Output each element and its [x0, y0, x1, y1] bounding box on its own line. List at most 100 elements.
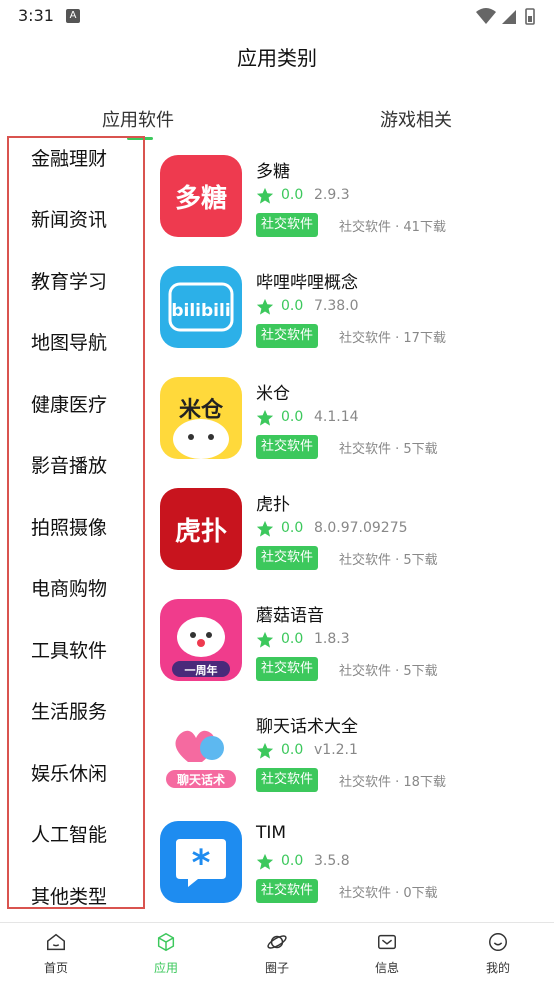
- category-tag: 社交软件: [256, 213, 319, 237]
- app-icon-micang: 米仓: [160, 377, 242, 459]
- star-icon: [256, 187, 274, 204]
- category-item[interactable]: 拍照摄像: [31, 513, 107, 540]
- category-item[interactable]: 教育学习: [31, 267, 107, 294]
- app-name: TIM: [256, 823, 287, 843]
- app-item[interactable]: * TIM 0.0 3.5.8 社交软件 社交软件 · 0下载: [160, 821, 554, 921]
- app-icon-hupu: 虎扑: [160, 488, 242, 570]
- bottom-nav: 首页 应用 圈子 信息 我的: [0, 922, 554, 984]
- star-icon: [256, 631, 274, 648]
- app-version: 3.5.8: [314, 853, 350, 869]
- app-icon-duotang: 多糖: [160, 155, 242, 237]
- nav-messages[interactable]: 信息: [347, 931, 427, 976]
- category-item[interactable]: 其他类型: [31, 882, 107, 909]
- page-title: 应用类别: [237, 46, 317, 70]
- star-icon: [256, 298, 274, 315]
- mail-icon: [378, 934, 396, 950]
- home-icon: [47, 933, 65, 951]
- app-name: 聊天话术大全: [256, 717, 358, 737]
- svg-text:bilibili: bilibili: [171, 301, 230, 321]
- app-rating: 0.0: [281, 409, 304, 425]
- app-rating: 0.0: [281, 742, 304, 758]
- app-icon-tim: *: [160, 821, 242, 903]
- svg-text:虎扑: 虎扑: [175, 517, 227, 547]
- app-rating: 0.0: [281, 520, 304, 536]
- category-item[interactable]: 影音播放: [31, 451, 107, 478]
- nav-label: 首页: [43, 961, 68, 975]
- app-version: 1.8.3: [314, 631, 350, 647]
- category-tag: 社交软件: [256, 546, 319, 570]
- category-tag: 社交软件: [256, 435, 319, 459]
- app-name: 虎扑: [256, 495, 290, 515]
- category-item[interactable]: 人工智能: [31, 820, 107, 847]
- category-sidebar: 金融理财 新闻资讯 教育学习 地图导航 健康医疗 影音播放 拍照摄像 电商购物 …: [7, 136, 145, 909]
- app-rating: 0.0: [281, 853, 304, 869]
- app-rating: 0.0: [281, 187, 304, 203]
- star-icon: [256, 742, 274, 759]
- star-icon: [256, 520, 274, 537]
- planet-icon: [267, 935, 287, 949]
- notification-icon: A: [66, 9, 80, 23]
- category-item[interactable]: 金融理财: [31, 144, 107, 171]
- nav-label: 我的: [485, 961, 510, 975]
- category-item[interactable]: 电商购物: [31, 574, 107, 601]
- category-tag: 社交软件: [256, 879, 319, 903]
- nav-label: 信息: [374, 961, 399, 975]
- status-time: 3:31: [18, 6, 54, 25]
- app-version: 7.38.0: [314, 298, 359, 314]
- category-tag: 社交软件: [256, 657, 319, 681]
- nav-apps[interactable]: 应用: [126, 931, 206, 976]
- svg-text:聊天话术: 聊天话术: [177, 772, 225, 787]
- app-name: 多糖: [256, 162, 290, 182]
- wifi-icon: [476, 8, 496, 24]
- app-rating: 0.0: [281, 298, 304, 314]
- category-item[interactable]: 健康医疗: [31, 390, 107, 417]
- app-meta: 社交软件 · 0下载: [339, 886, 438, 901]
- app-item[interactable]: bilibili 哔哩哔哩概念 0.0 7.38.0 社交软件 社交软件 · 1…: [160, 266, 554, 366]
- cube-icon: [157, 932, 175, 952]
- nav-label: 应用: [153, 961, 178, 975]
- svg-text:米仓: 米仓: [179, 397, 224, 423]
- tab-games[interactable]: 游戏相关: [380, 106, 452, 132]
- category-tag: 社交软件: [256, 768, 319, 792]
- app-meta: 社交软件 · 41下载: [339, 220, 446, 235]
- app-version: v1.2.1: [314, 742, 358, 758]
- category-item[interactable]: 工具软件: [31, 636, 107, 663]
- nav-circle[interactable]: 圈子: [237, 931, 317, 976]
- app-item[interactable]: 聊天话术 聊天话术大全 0.0 v1.2.1 社交软件 社交软件 · 18下载: [160, 710, 554, 810]
- app-meta: 社交软件 · 5下载: [339, 442, 438, 457]
- star-icon: [256, 409, 274, 426]
- app-name: 哔哩哔哩概念: [256, 273, 358, 293]
- app-meta: 社交软件 · 5下载: [339, 664, 438, 679]
- category-item[interactable]: 新闻资讯: [31, 205, 107, 232]
- tab-apps[interactable]: 应用软件: [102, 106, 174, 132]
- nav-profile[interactable]: 我的: [458, 931, 538, 976]
- app-item[interactable]: 虎扑 虎扑 0.0 8.0.97.09275 社交软件 社交软件 · 5下载: [160, 488, 554, 588]
- nav-home[interactable]: 首页: [16, 931, 96, 976]
- app-meta: 社交软件 · 18下载: [339, 775, 446, 790]
- status-bar: 3:31 A: [0, 0, 554, 32]
- svg-text:一周年: 一周年: [185, 663, 218, 677]
- app-version: 2.9.3: [314, 187, 350, 203]
- profile-icon: [489, 933, 507, 951]
- app-item[interactable]: 一周年 蘑菇语音 0.0 1.8.3 社交软件 社交软件 · 5下载: [160, 599, 554, 699]
- category-item[interactable]: 生活服务: [31, 697, 107, 724]
- app-version: 4.1.14: [314, 409, 359, 425]
- app-name: 米仓: [256, 384, 290, 404]
- app-rating: 0.0: [281, 631, 304, 647]
- app-icon-liaotian: 聊天话术: [160, 710, 242, 792]
- category-item[interactable]: 地图导航: [31, 328, 107, 355]
- category-item[interactable]: 娱乐休闲: [31, 759, 107, 786]
- app-icon-bilibili: bilibili: [160, 266, 242, 348]
- app-meta: 社交软件 · 17下载: [339, 331, 446, 346]
- app-meta: 社交软件 · 5下载: [339, 553, 438, 568]
- star-icon: [256, 853, 274, 870]
- app-item[interactable]: 米仓 米仓 0.0 4.1.14 社交软件 社交软件 · 5下载: [160, 377, 554, 477]
- app-item[interactable]: 多糖 多糖 0.0 2.9.3 社交软件 社交软件 · 41下载: [160, 155, 554, 255]
- app-icon-mogu: 一周年: [160, 599, 242, 681]
- signal-icon: [502, 10, 516, 24]
- svg-text:多糖: 多糖: [175, 183, 227, 214]
- nav-label: 圈子: [264, 961, 289, 975]
- category-tag: 社交软件: [256, 324, 319, 348]
- status-icons: [476, 8, 535, 25]
- app-name: 蘑菇语音: [256, 606, 324, 626]
